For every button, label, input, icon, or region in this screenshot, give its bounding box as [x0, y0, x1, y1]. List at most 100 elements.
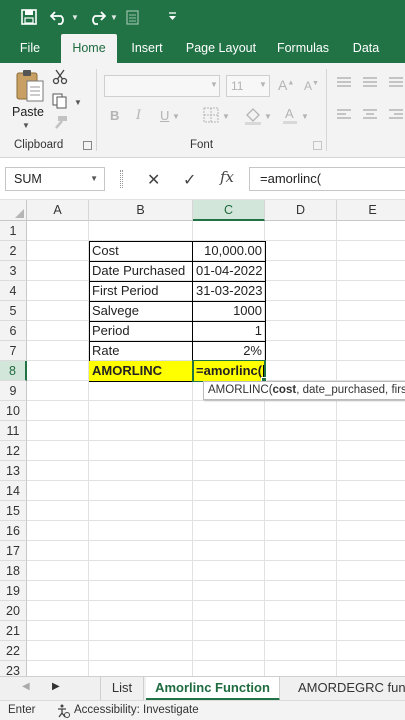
- row-header-4[interactable]: 4: [0, 281, 27, 301]
- borders-icon[interactable]: [203, 107, 219, 126]
- cell-b3[interactable]: Date Purchased: [89, 261, 193, 281]
- row-header-22[interactable]: 22: [0, 641, 27, 661]
- row-header-11[interactable]: 11: [0, 421, 27, 441]
- copy-icon[interactable]: [52, 93, 68, 112]
- name-box-dropdown-icon[interactable]: ▼: [90, 168, 98, 190]
- tab-home[interactable]: Home: [61, 34, 117, 63]
- cell-c2[interactable]: 10,000.00: [193, 241, 265, 261]
- font-color-dropdown-icon[interactable]: ▼: [301, 112, 309, 121]
- cell-c5[interactable]: 1000: [193, 301, 265, 321]
- row-header-18[interactable]: 18: [0, 561, 27, 581]
- save-icon[interactable]: [18, 6, 40, 28]
- redo-icon[interactable]: [86, 6, 108, 28]
- increase-font-icon[interactable]: A▲: [278, 77, 294, 93]
- align-bottom-icon[interactable]: [388, 77, 404, 92]
- fill-color-icon[interactable]: [244, 107, 262, 128]
- tab-data[interactable]: Data: [345, 34, 387, 63]
- undo-dropdown-icon[interactable]: ▼: [70, 6, 80, 28]
- align-center-icon[interactable]: [362, 109, 378, 124]
- row-header-23[interactable]: 23: [0, 661, 27, 676]
- font-color-icon[interactable]: A: [282, 106, 298, 127]
- row-header-3[interactable]: 3: [0, 261, 27, 281]
- customize-qat-icon[interactable]: [166, 6, 178, 28]
- insert-function-icon[interactable]: fx: [220, 168, 234, 186]
- column-header-e[interactable]: E: [337, 200, 405, 221]
- sheet-tab-amorlinc-function[interactable]: Amorlinc Function: [146, 677, 280, 701]
- tooltip-function-name[interactable]: AMORLINC(: [208, 384, 273, 396]
- font-name-dropdown-icon[interactable]: ▼: [210, 80, 218, 89]
- font-name-select[interactable]: [104, 75, 220, 97]
- italic-button[interactable]: I: [136, 108, 141, 123]
- align-left-icon[interactable]: [336, 109, 352, 124]
- row-header-7[interactable]: 7: [0, 341, 27, 361]
- row-header-21[interactable]: 21: [0, 621, 27, 641]
- scroll-right-icon[interactable]: ▶: [52, 681, 60, 692]
- cut-icon[interactable]: [52, 69, 68, 88]
- row-header-10[interactable]: 10: [0, 401, 27, 421]
- formula-input[interactable]: =amorlinc(: [249, 167, 405, 191]
- column-header-b[interactable]: B: [89, 200, 193, 221]
- column-header-a[interactable]: A: [27, 200, 89, 221]
- paste-dropdown-icon[interactable]: ▼: [22, 121, 30, 130]
- cell-c4[interactable]: 31-03-2023: [193, 281, 265, 301]
- enter-check-icon[interactable]: ✓: [183, 170, 196, 190]
- accessibility-status[interactable]: Accessibility: Investigate: [74, 701, 199, 720]
- tab-insert[interactable]: Insert: [122, 34, 172, 63]
- column-header-c[interactable]: C: [193, 200, 265, 221]
- function-tooltip[interactable]: AMORLINC(cost, date_purchased, first_per…: [203, 381, 405, 400]
- fill-color-dropdown-icon[interactable]: ▼: [264, 112, 272, 121]
- row-header-2[interactable]: 2: [0, 241, 27, 261]
- decrease-font-icon[interactable]: A▼: [304, 79, 319, 93]
- cell-b2[interactable]: Cost: [89, 241, 193, 261]
- accessibility-icon[interactable]: [56, 704, 70, 720]
- tab-formulas[interactable]: Formulas: [272, 34, 334, 63]
- cell-b8[interactable]: AMORLINC: [89, 361, 193, 381]
- redo-dropdown-icon[interactable]: ▼: [109, 6, 119, 28]
- row-header-16[interactable]: 16: [0, 521, 27, 541]
- worksheet-grid[interactable]: A B C D E 1 2 3 4 5 6 7 8 9 10 11 12 13 14 15 16 17 18 19 2…: [0, 200, 405, 676]
- select-all-button[interactable]: [0, 200, 27, 221]
- tab-file[interactable]: File: [9, 34, 51, 63]
- sheet-tab-list[interactable]: List: [100, 677, 144, 701]
- row-header-20[interactable]: 20: [0, 601, 27, 621]
- scroll-left-icon[interactable]: ◀: [22, 681, 30, 692]
- row-header-1[interactable]: 1: [0, 221, 27, 241]
- font-size-dropdown-icon[interactable]: ▼: [259, 80, 267, 89]
- cancel-icon[interactable]: ✕: [147, 170, 160, 190]
- font-launcher-icon[interactable]: [313, 141, 322, 150]
- column-header-d[interactable]: D: [265, 200, 337, 221]
- align-top-icon[interactable]: [336, 77, 352, 92]
- cell-c3[interactable]: 01-04-2022: [193, 261, 265, 281]
- align-middle-icon[interactable]: [362, 77, 378, 92]
- row-header-14[interactable]: 14: [0, 481, 27, 501]
- copy-dropdown-icon[interactable]: ▼: [74, 98, 82, 107]
- cell-b7[interactable]: Rate: [89, 341, 193, 361]
- underline-dropdown-icon[interactable]: ▼: [172, 112, 180, 121]
- borders-dropdown-icon[interactable]: ▼: [222, 112, 230, 121]
- bold-button[interactable]: B: [110, 108, 119, 123]
- row-header-8[interactable]: 8: [0, 361, 27, 381]
- cell-b4[interactable]: First Period: [89, 281, 193, 301]
- paste-icon[interactable]: [14, 69, 46, 105]
- row-header-15[interactable]: 15: [0, 501, 27, 521]
- format-painter-icon[interactable]: [52, 115, 68, 134]
- row-header-19[interactable]: 19: [0, 581, 27, 601]
- name-box[interactable]: SUM ▼: [5, 167, 105, 191]
- cell-c6[interactable]: 1: [193, 321, 265, 341]
- row-header-9[interactable]: 9: [0, 381, 27, 401]
- clipboard-launcher-icon[interactable]: [83, 141, 92, 150]
- paste-button[interactable]: Paste: [12, 105, 44, 119]
- row-header-6[interactable]: 6: [0, 321, 27, 341]
- align-right-icon[interactable]: [388, 109, 404, 124]
- row-header-5[interactable]: 5: [0, 301, 27, 321]
- tooltip-current-arg[interactable]: cost: [273, 384, 297, 396]
- row-header-17[interactable]: 17: [0, 541, 27, 561]
- formula-bar-grip[interactable]: [120, 170, 123, 188]
- form-icon[interactable]: [124, 6, 140, 28]
- sheet-tab-amordegrc-function[interactable]: AMORDEGRC func: [286, 677, 405, 701]
- undo-icon[interactable]: [48, 6, 70, 28]
- cell-c7[interactable]: 2%: [193, 341, 265, 361]
- cell-b6[interactable]: Period: [89, 321, 193, 341]
- cell-c8-editor[interactable]: =amorlinc(: [194, 361, 264, 381]
- tab-page-layout[interactable]: Page Layout: [182, 34, 260, 63]
